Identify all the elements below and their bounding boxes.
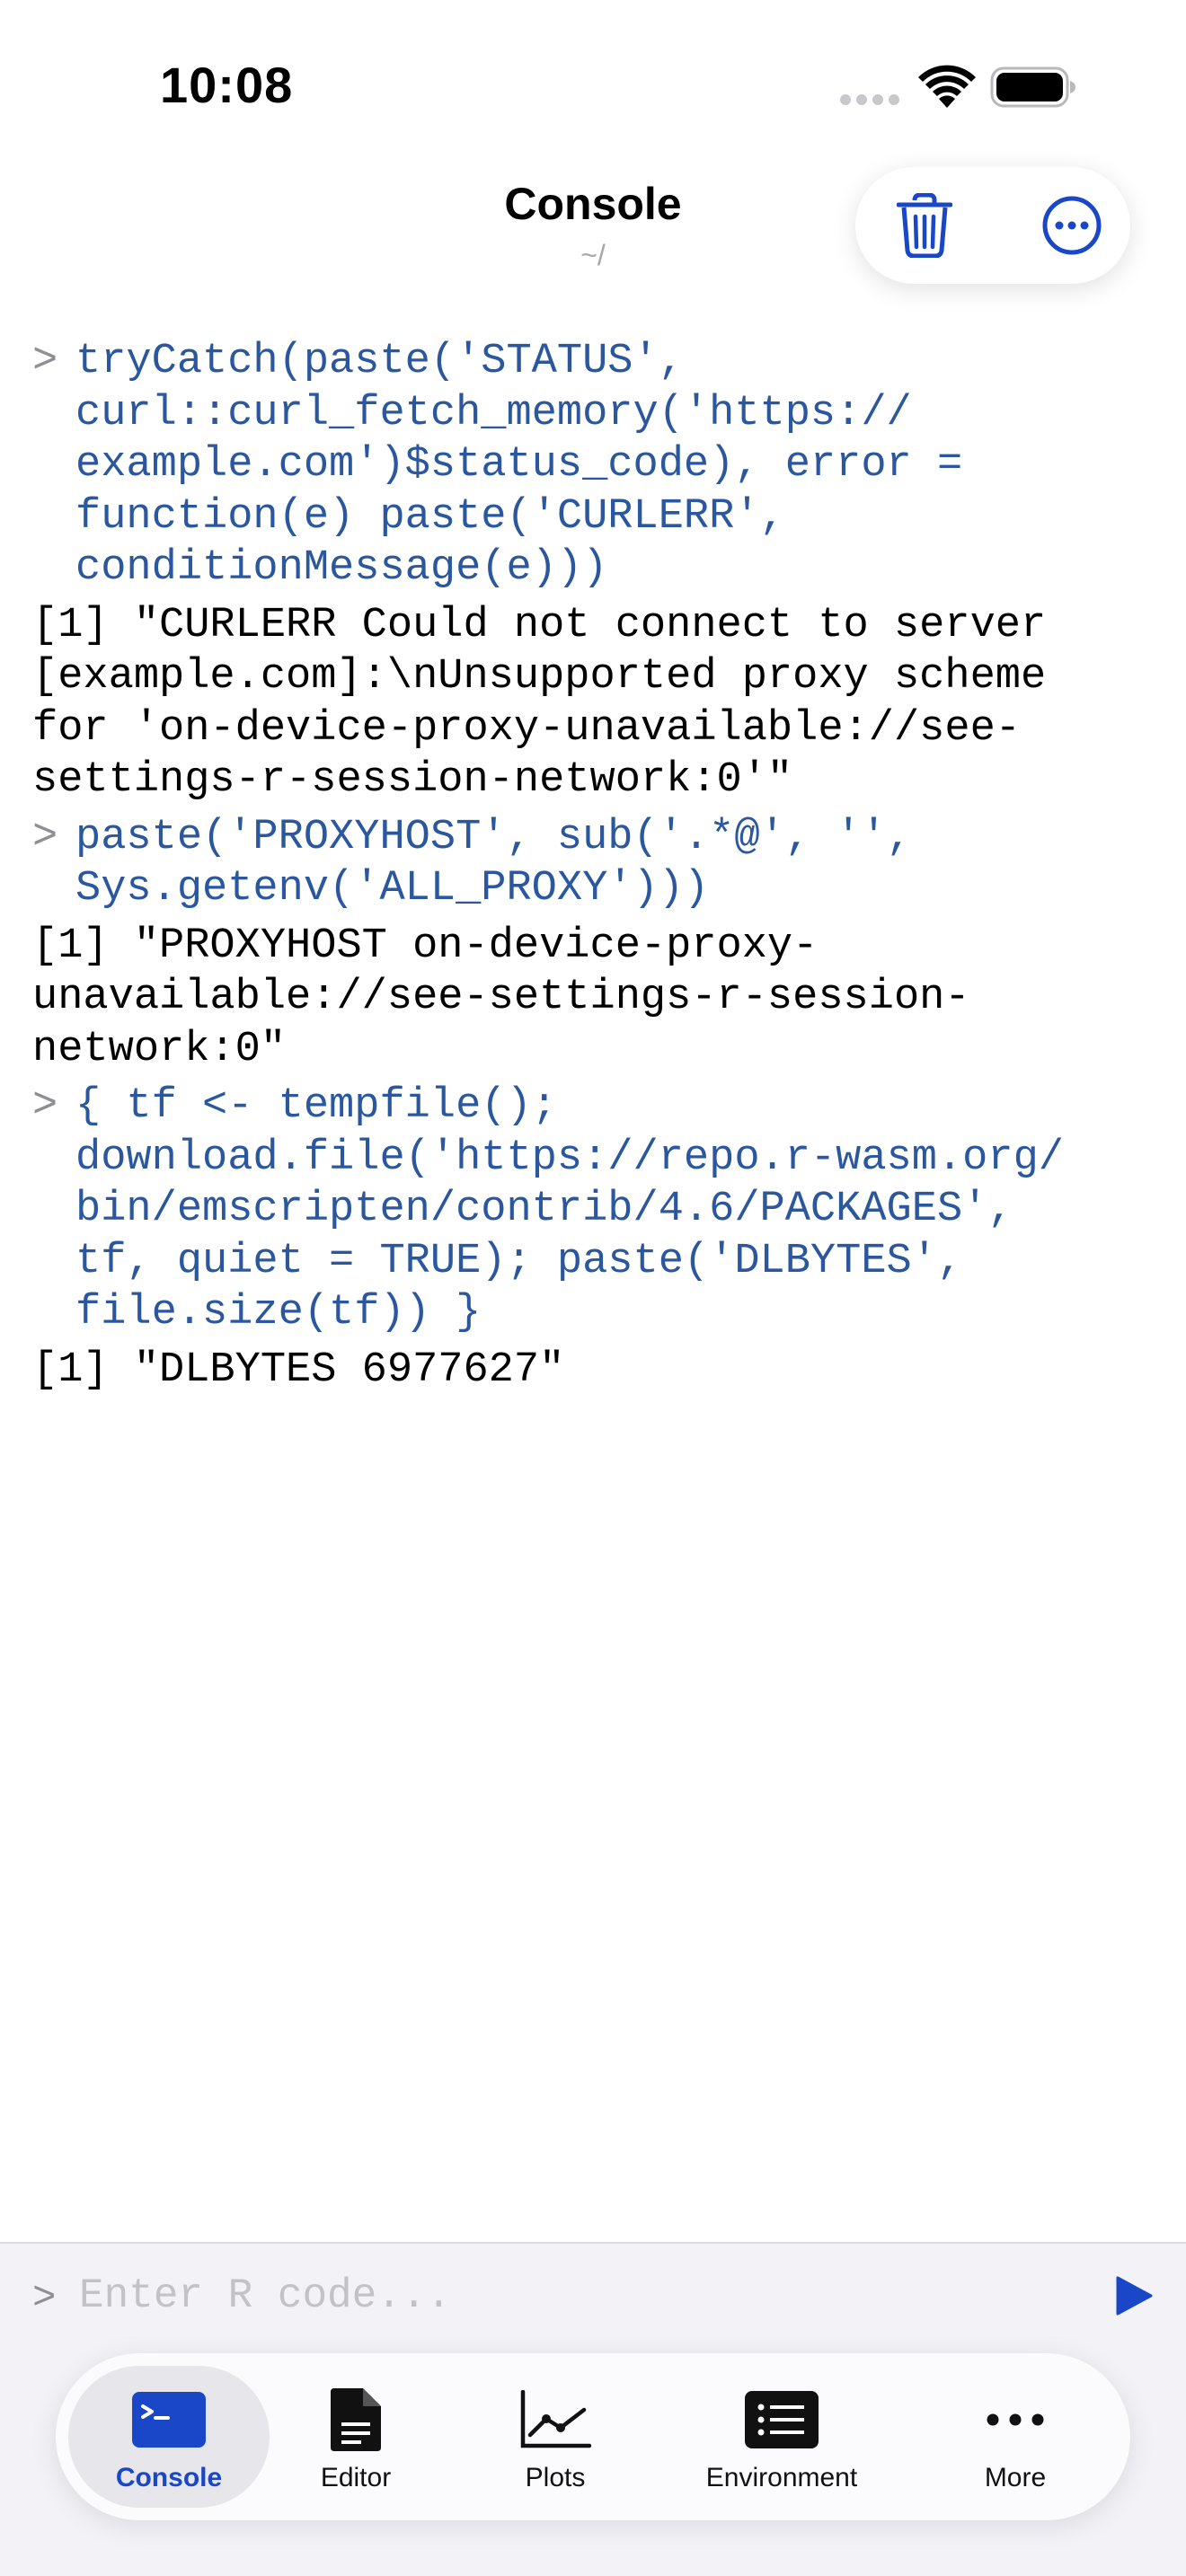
more-options-button[interactable] <box>1031 185 1112 266</box>
console-prompt: > <box>32 338 58 385</box>
console-prompt: > <box>32 1082 58 1130</box>
tab-bar: Console Editor Plots Environment More <box>56 2353 1130 2520</box>
trash-icon <box>897 193 952 258</box>
tab-label: Plots <box>525 2463 586 2492</box>
command-text: tryCatch(paste('STATUS', curl::curl_fetc… <box>75 338 963 592</box>
r-code-input[interactable] <box>79 2267 1049 2325</box>
console-command: > paste('PROXYHOST', sub('.*@', '', Sys.… <box>32 812 1164 915</box>
clear-console-button[interactable] <box>884 185 965 266</box>
status-bar: 10:08 <box>0 0 1186 162</box>
battery-icon <box>990 66 1075 108</box>
tab-console[interactable]: Console <box>68 2366 270 2508</box>
tab-environment[interactable]: Environment <box>683 2366 881 2508</box>
tab-more[interactable]: More <box>943 2366 1087 2508</box>
console-command: > tryCatch(paste('STATUS', curl::curl_fe… <box>32 336 1164 595</box>
tab-label: Editor <box>320 2463 392 2492</box>
tab-label: Environment <box>705 2463 858 2492</box>
terminal-icon <box>132 2384 206 2456</box>
console-output: > tryCatch(paste('STATUS', curl::curl_fe… <box>32 336 1164 1401</box>
console-result: [1] "PROXYHOST on-device-proxy- unavaila… <box>32 922 970 1073</box>
console-prompt: > <box>32 813 58 861</box>
signal-dots-icon <box>840 94 899 105</box>
list-icon <box>745 2384 819 2456</box>
input-prompt: > <box>32 2276 57 2321</box>
document-icon <box>329 2384 383 2456</box>
tab-plots[interactable]: Plots <box>483 2366 627 2508</box>
command-text: { tf <- tempfile(); download.file('https… <box>75 1082 1064 1337</box>
status-time: 10:08 <box>160 57 294 113</box>
input-bar: > Console <box>0 2242 1186 2576</box>
command-text: paste('PROXYHOST', sub('.*@', '', Sys.ge… <box>75 813 912 913</box>
run-button[interactable] <box>1107 2269 1161 2323</box>
ellipsis-circle-icon <box>1042 196 1102 255</box>
tab-label: Console <box>115 2463 223 2492</box>
header-actions <box>855 167 1130 284</box>
line-chart-icon <box>519 2384 591 2456</box>
console-command: > { tf <- tempfile(); download.file('htt… <box>32 1081 1164 1339</box>
tab-editor[interactable]: Editor <box>284 2366 428 2508</box>
console-result: [1] "DLBYTES 6977627" <box>32 1345 565 1394</box>
ellipsis-icon <box>986 2384 1045 2456</box>
play-icon <box>1116 2276 1153 2316</box>
wifi-icon <box>918 65 976 108</box>
tab-label: More <box>984 2463 1047 2492</box>
console-result: [1] "CURLERR Could not connect to server… <box>32 601 1047 805</box>
